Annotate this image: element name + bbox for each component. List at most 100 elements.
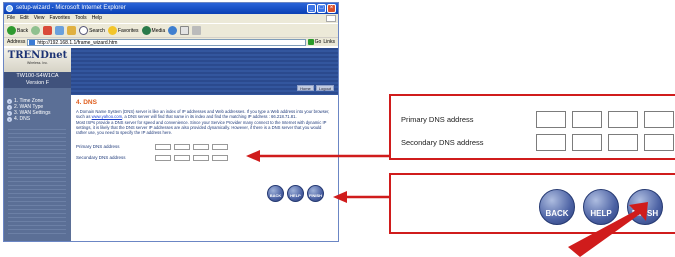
callout-secondary-octet-3[interactable] bbox=[608, 134, 638, 151]
stop-icon bbox=[43, 26, 53, 35]
media-button[interactable]: Media bbox=[141, 26, 165, 35]
primary-dns-label: Primary DNS address bbox=[76, 144, 120, 150]
maximize-button[interactable]: □ bbox=[317, 4, 326, 13]
secondary-dns-label: Secondary DNS address bbox=[76, 155, 126, 161]
address-label: Address bbox=[7, 39, 26, 45]
primary-dns-row: Primary DNS address bbox=[76, 141, 333, 152]
step-bullet-icon: › bbox=[7, 104, 12, 110]
wizard-nav: BACK HELP FINISH bbox=[267, 185, 324, 202]
mail-icon bbox=[180, 26, 190, 35]
secondary-dns-octet-1[interactable] bbox=[155, 154, 171, 161]
title-bar: setup-wizard - Microsoft Internet Explor… bbox=[4, 3, 338, 14]
dns-section: 4. DNS A Domain Name System (DNS) server… bbox=[71, 95, 338, 167]
callout-help-button[interactable]: HELP bbox=[583, 189, 619, 225]
history-icon bbox=[168, 26, 178, 35]
go-arrow-icon bbox=[307, 39, 314, 45]
back-button[interactable]: Back bbox=[7, 26, 28, 35]
callout-secondary-label: Secondary DNS address bbox=[401, 138, 484, 147]
menu-favorites[interactable]: Favorites bbox=[49, 14, 70, 23]
refresh-button[interactable] bbox=[55, 26, 65, 35]
primary-dns-octet-4[interactable] bbox=[212, 143, 228, 150]
logo-tagline: Wireless. Inc. bbox=[26, 61, 48, 65]
callout-primary-row: Primary DNS address bbox=[401, 111, 675, 128]
refresh-icon bbox=[55, 26, 65, 35]
search-button[interactable]: Search bbox=[79, 26, 105, 35]
history-button[interactable] bbox=[168, 26, 178, 35]
dns-description: A Domain Name System (DNS) server is lik… bbox=[76, 109, 330, 120]
secondary-dns-octet-2[interactable] bbox=[174, 154, 190, 161]
callout-secondary-octet-4[interactable] bbox=[644, 134, 674, 151]
internet-explorer-icon bbox=[6, 5, 13, 12]
windows-logo-icon bbox=[326, 15, 336, 22]
menu-file[interactable]: File bbox=[7, 14, 15, 23]
menu-help[interactable]: Help bbox=[92, 14, 102, 23]
menu-tools[interactable]: Tools bbox=[75, 14, 87, 23]
search-icon bbox=[79, 26, 89, 35]
callout-finish-button[interactable]: FINISH bbox=[627, 189, 663, 225]
help-button[interactable]: HELP bbox=[287, 185, 304, 202]
callout-primary-label: Primary DNS address bbox=[401, 115, 474, 124]
home-icon bbox=[67, 26, 77, 35]
print-button[interactable] bbox=[192, 26, 202, 35]
callout-back-button[interactable]: BACK bbox=[539, 189, 575, 225]
menu-view[interactable]: View bbox=[34, 14, 45, 23]
model-info: TW100-S4W1CA Version F bbox=[4, 72, 71, 88]
callout-primary-octet-4[interactable] bbox=[644, 111, 674, 128]
media-icon bbox=[141, 26, 151, 35]
finish-button[interactable]: FINISH bbox=[307, 185, 324, 202]
window-title: setup-wizard - Microsoft Internet Explor… bbox=[16, 5, 126, 11]
isp-description: Most ISPs provide a DNS server for speed… bbox=[76, 119, 327, 136]
menu-bar: File Edit View Favorites Tools Help bbox=[4, 14, 338, 23]
yahoo-link[interactable]: www.yahoo.com bbox=[92, 114, 123, 119]
address-input[interactable]: http://192.168.1.1/frame_wizard.htm bbox=[27, 38, 306, 46]
logo-area: TRENDnet Wireless. Inc. bbox=[4, 48, 71, 72]
browser-window: setup-wizard - Microsoft Internet Explor… bbox=[3, 2, 339, 242]
callout-primary-octet-1[interactable] bbox=[536, 111, 566, 128]
page-content: TRENDnet Wireless. Inc. TW100-S4W1CA Ver… bbox=[4, 48, 338, 241]
callout-primary-octet-3[interactable] bbox=[608, 111, 638, 128]
secondary-dns-row: Secondary DNS address bbox=[76, 152, 333, 163]
close-button[interactable]: × bbox=[327, 4, 336, 13]
secondary-dns-octet-3[interactable] bbox=[193, 154, 209, 161]
callout-secondary-octet-2[interactable] bbox=[572, 134, 602, 151]
dns-form: Primary DNS address Secondary DNS addres… bbox=[76, 141, 333, 163]
back-arrow-icon bbox=[7, 26, 16, 35]
forward-button[interactable] bbox=[31, 26, 41, 35]
favorites-button[interactable]: Favorites bbox=[107, 26, 139, 35]
callout-secondary-octet-1[interactable] bbox=[536, 134, 566, 151]
callout-primary-octet-2[interactable] bbox=[572, 111, 602, 128]
primary-dns-octet-1[interactable] bbox=[155, 143, 171, 150]
main-panel: Home Logout 4. DNS A Domain Name System … bbox=[71, 48, 338, 241]
primary-dns-octet-2[interactable] bbox=[174, 143, 190, 150]
step-bullet-icon: › bbox=[7, 116, 12, 122]
step-bullet-icon: › bbox=[7, 98, 12, 104]
dns-fields-callout: Primary DNS address Secondary DNS addres… bbox=[389, 94, 675, 160]
model-version: Version F bbox=[25, 80, 50, 86]
home-button[interactable] bbox=[67, 26, 77, 35]
minimize-button[interactable]: _ bbox=[307, 4, 316, 13]
logout-link[interactable]: Logout bbox=[315, 85, 334, 91]
sidebar-decoration bbox=[8, 126, 66, 236]
star-icon bbox=[107, 26, 117, 35]
menu-edit[interactable]: Edit bbox=[20, 14, 29, 23]
wizard-steps: › 1. Time Zone › 2. WAN Type › 3. WAN Setti… bbox=[4, 88, 71, 122]
trendnet-logo: TRENDnet bbox=[7, 50, 68, 61]
model-name: TW100-S4W1CA bbox=[16, 73, 59, 79]
primary-dns-octet-3[interactable] bbox=[193, 143, 209, 150]
links-button[interactable]: Links bbox=[323, 39, 335, 45]
sidebar: TRENDnet Wireless. Inc. TW100-S4W1CA Ver… bbox=[4, 48, 71, 241]
stop-button[interactable] bbox=[43, 26, 53, 35]
go-button[interactable]: Go bbox=[307, 39, 321, 45]
step-bullet-icon: › bbox=[7, 110, 12, 116]
address-url: http://192.168.1.1/frame_wizard.htm bbox=[37, 39, 118, 46]
home-link[interactable]: Home bbox=[297, 85, 314, 91]
page-icon bbox=[29, 39, 36, 45]
forward-arrow-icon bbox=[31, 26, 41, 35]
address-bar: Address http://192.168.1.1/frame_wizard.… bbox=[4, 37, 338, 46]
step-dns[interactable]: › 4. DNS bbox=[4, 116, 71, 122]
section-title: 4. DNS bbox=[76, 99, 97, 106]
back-button[interactable]: BACK bbox=[267, 185, 284, 202]
secondary-dns-octet-4[interactable] bbox=[212, 154, 228, 161]
mail-button[interactable] bbox=[180, 26, 190, 35]
nav-buttons-callout: BACK HELP FINISH bbox=[389, 173, 675, 234]
